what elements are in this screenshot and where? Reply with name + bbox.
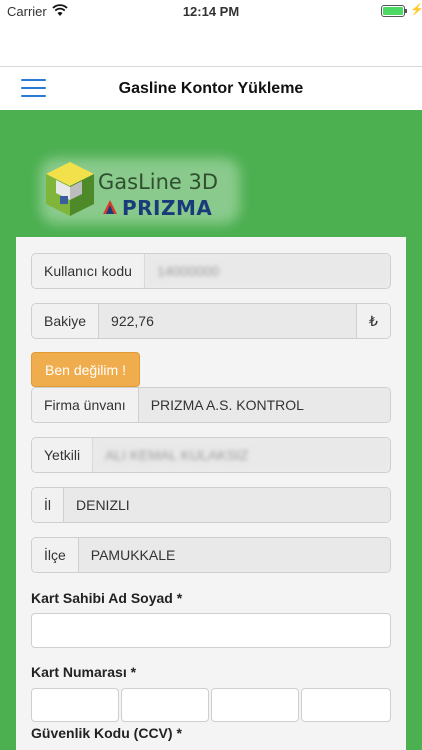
company-label: Firma ünvanı (32, 388, 139, 422)
balance-value: 922,76 (99, 304, 356, 338)
balance-label: Bakiye (32, 304, 100, 338)
battery-icon (381, 5, 405, 17)
card-number-part-4[interactable] (301, 688, 391, 722)
province-label: İl (32, 488, 64, 522)
not-me-button[interactable]: Ben değilim ! (31, 352, 140, 387)
prizma-mark-icon (103, 200, 117, 214)
user-code-label: Kullanıcı kodu (32, 254, 145, 288)
page-title: Gasline Kontor Yükleme (118, 80, 304, 97)
gasline-cube-icon (46, 162, 94, 216)
brand-gasline: GasLine 3D (98, 170, 219, 194)
clock: 12:14 PM (182, 4, 240, 19)
province-value: DENIZLI (64, 488, 390, 522)
province-group: İl DENIZLI (31, 487, 391, 523)
brand-prizma: PRIZMA (122, 196, 213, 220)
district-value: PAMUKKALE (78, 538, 390, 572)
district-label: İlçe (32, 538, 79, 572)
authorized-label: Yetkili (32, 438, 94, 472)
security-code-label: Güvenlik Kodu (CCV) * (31, 725, 182, 741)
card-holder-input[interactable] (31, 613, 391, 648)
authorized-group: Yetkili ALI KEMAL KULAKSIZ (31, 437, 391, 473)
card-number-part-3[interactable] (211, 688, 299, 722)
card-number-label: Kart Numarası * (31, 664, 137, 680)
card-number-part-2[interactable] (121, 688, 209, 722)
balance-group: Bakiye 922,76 ₺ (31, 303, 391, 339)
user-code-group: Kullanıcı kodu 14000000 (31, 253, 391, 289)
card-number-part-1[interactable] (31, 688, 119, 722)
gasline-logo: GasLine 3D PRIZMA (34, 152, 244, 232)
district-group: İlçe PAMUKKALE (31, 537, 391, 573)
nav-bar: Gasline Kontor Yükleme (0, 66, 422, 110)
card-holder-label: Kart Sahibi Ad Soyad * (31, 590, 183, 606)
charging-icon: ⚡ (410, 4, 422, 16)
company-group: Firma ünvanı PRIZMA A.S. KONTROL (31, 387, 391, 423)
user-code-value: 14000000 (144, 254, 390, 288)
authorized-value: ALI KEMAL KULAKSIZ (93, 438, 390, 472)
company-value: PRIZMA A.S. KONTROL (138, 388, 390, 422)
currency-symbol: ₺ (356, 304, 390, 338)
status-bar: Carrier 12:14 PM ⚡ (0, 0, 422, 24)
